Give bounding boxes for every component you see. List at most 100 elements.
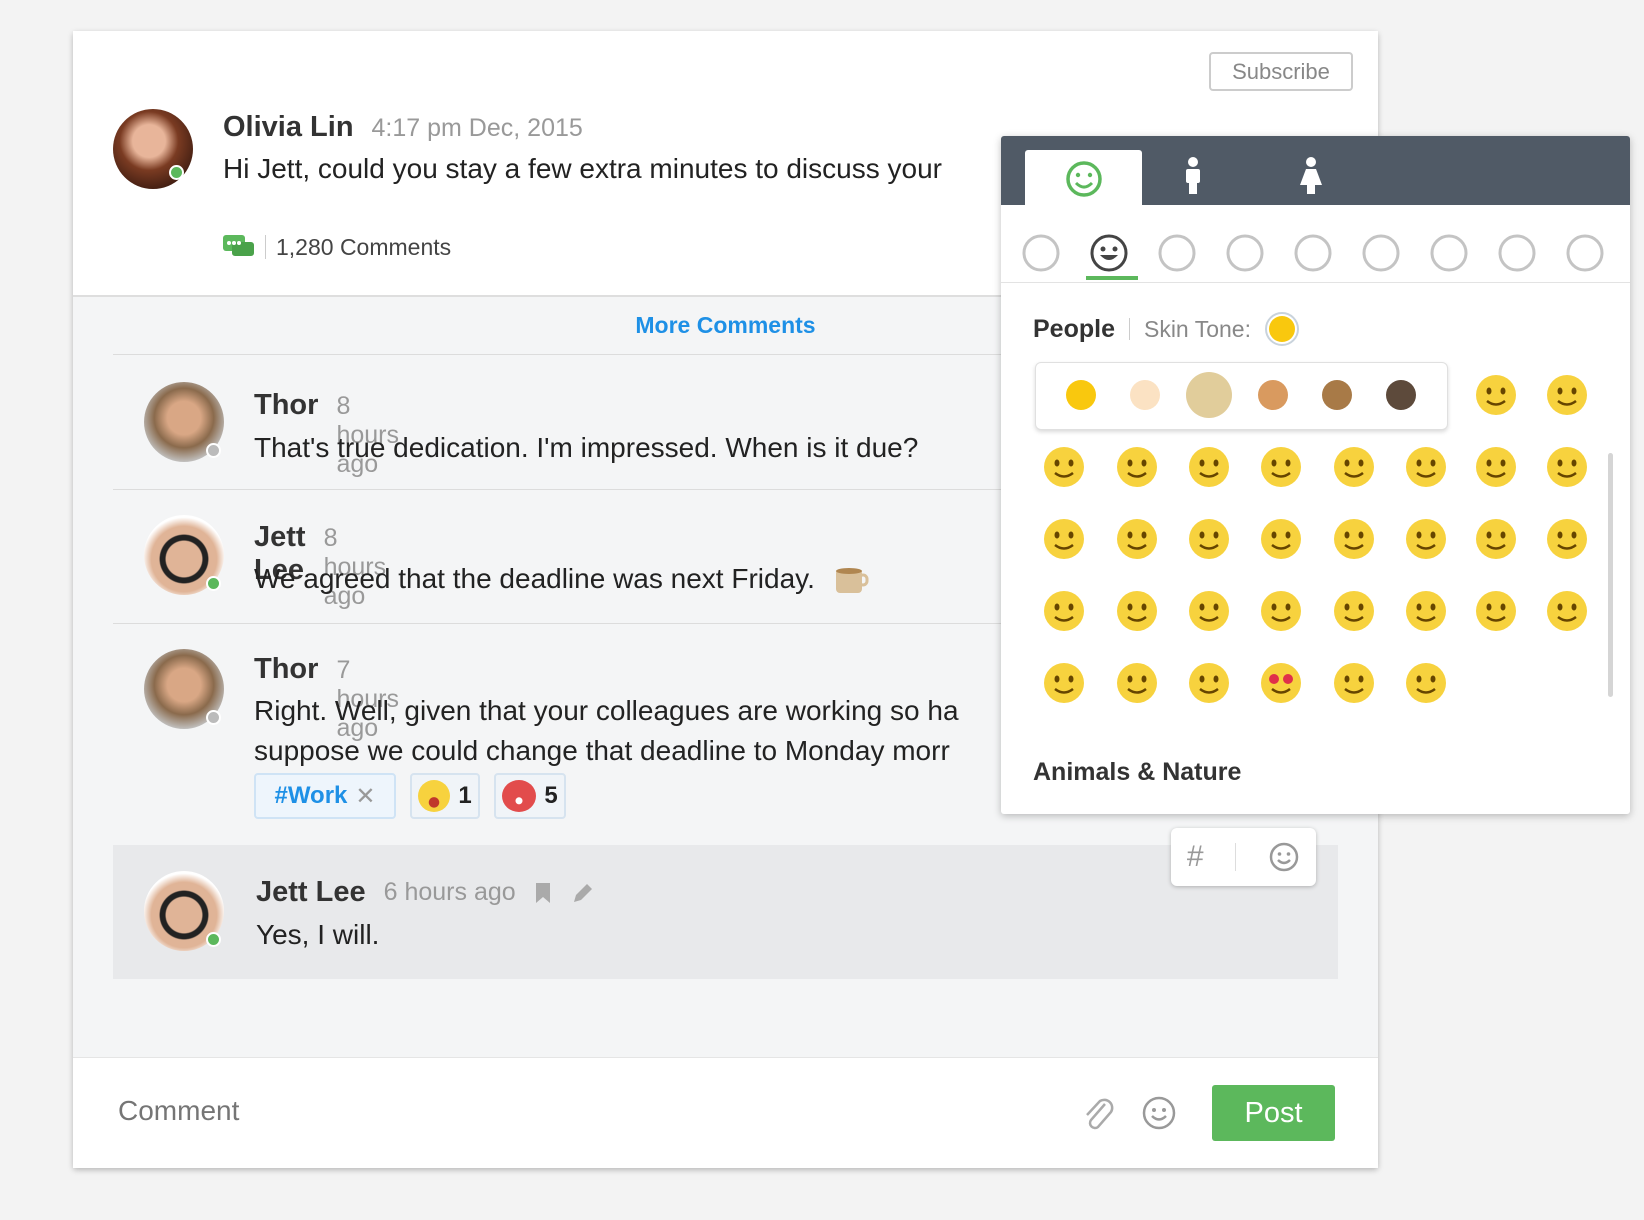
comment-text: Yes, I will. — [256, 919, 380, 950]
category-sports-icon[interactable] — [1291, 231, 1335, 275]
skin-tone-option[interactable] — [1386, 380, 1416, 410]
category-people-icon[interactable] — [1087, 231, 1131, 275]
emoji-zipper-mouth[interactable] — [1332, 661, 1376, 705]
emoji-no-mouth[interactable] — [1474, 589, 1518, 633]
comment-item-highlighted — [113, 845, 1338, 979]
emoji-grinning-squint[interactable] — [1042, 661, 1086, 705]
section-title: People — [1033, 314, 1115, 343]
devil-face-icon — [502, 780, 537, 812]
comment-text: Right. Well, given that your colleagues … — [254, 695, 959, 726]
post-author[interactable]: Olivia Lin — [223, 111, 354, 144]
tab-man-icon[interactable] — [1181, 156, 1205, 196]
emoji-upside-down[interactable] — [1042, 589, 1086, 633]
tab-smileys[interactable] — [1025, 150, 1142, 206]
hashtag-work[interactable]: #Work ✕ — [254, 773, 396, 819]
skin-tone-option[interactable] — [1186, 372, 1232, 418]
smiley-icon[interactable] — [1268, 841, 1300, 873]
divider — [265, 235, 266, 259]
reaction-devil[interactable]: 5 — [494, 773, 566, 819]
comment-author[interactable]: Thor — [254, 653, 318, 686]
subscribe-button[interactable]: Subscribe — [1209, 52, 1353, 91]
offline-status — [206, 443, 221, 458]
category-travel-icon[interactable] — [1359, 231, 1403, 275]
emoji-crying[interactable] — [1404, 517, 1448, 561]
emoji-dizzy-blush[interactable] — [1332, 517, 1376, 561]
emoji-grinning[interactable] — [1404, 661, 1448, 705]
post-button[interactable]: Post — [1212, 1085, 1335, 1141]
emoji-heart-eyes[interactable] — [1259, 661, 1303, 705]
tab-woman-icon[interactable] — [1298, 156, 1324, 196]
emoji-old-woman[interactable] — [1187, 661, 1231, 705]
pencil-icon[interactable] — [570, 880, 596, 906]
emoji-cold-sweat[interactable] — [1332, 445, 1376, 489]
category-objects-icon[interactable] — [1427, 231, 1471, 275]
comment-composer: Post — [73, 1057, 1378, 1168]
reaction-astonished[interactable]: 1 — [410, 773, 480, 819]
comment-input[interactable] — [118, 1086, 1018, 1136]
comment-author[interactable]: Thor — [254, 389, 318, 422]
category-recent-icon[interactable] — [1019, 231, 1063, 275]
hash-icon[interactable]: # — [1187, 840, 1204, 874]
astonished-face-icon — [418, 780, 451, 812]
emoji-expressionless[interactable] — [1042, 517, 1086, 561]
category-food-icon[interactable] — [1223, 231, 1267, 275]
emoji-triumph[interactable] — [1545, 589, 1589, 633]
emoji-blush[interactable] — [1474, 373, 1518, 417]
online-status — [206, 932, 221, 947]
emoji-sleeping[interactable] — [1404, 589, 1448, 633]
emoji-innocent[interactable] — [1545, 445, 1589, 489]
emoji-scream[interactable] — [1259, 589, 1303, 633]
emoji-tongue-wink[interactable] — [1259, 445, 1303, 489]
comments-icon[interactable] — [223, 233, 255, 261]
reaction-count: 1 — [458, 782, 472, 809]
skin-tone-option[interactable] — [1066, 380, 1096, 410]
category-symbols-icon[interactable] — [1495, 231, 1539, 275]
emoji-laughing[interactable] — [1474, 517, 1518, 561]
smiley-icon — [1066, 161, 1102, 197]
divider — [1235, 843, 1237, 871]
emoji-hugging[interactable] — [1545, 517, 1589, 561]
emoji-yum[interactable] — [1115, 589, 1159, 633]
reaction-count: 5 — [544, 782, 558, 809]
emoji-frowning[interactable] — [1332, 589, 1376, 633]
skin-tone-option[interactable] — [1258, 380, 1288, 410]
paperclip-icon[interactable] — [1081, 1094, 1115, 1132]
current-tone — [1268, 316, 1295, 342]
tag-label: #Work — [274, 782, 348, 809]
emoji-neutral[interactable] — [1404, 445, 1448, 489]
skin-tone-option[interactable] — [1130, 380, 1160, 410]
emoji-nerd[interactable] — [1187, 589, 1231, 633]
scrollbar[interactable] — [1608, 453, 1613, 697]
comment-text: We agreed that the deadline was next Fri… — [254, 563, 815, 594]
insert-popup: # — [1171, 828, 1316, 886]
emoji-kissing-closed-eyes[interactable] — [1115, 445, 1159, 489]
emoji-flushed[interactable] — [1474, 445, 1518, 489]
emoji-kissing-heart[interactable] — [1187, 445, 1231, 489]
bookmark-icon[interactable] — [534, 881, 552, 905]
next-section-title: Animals & Nature — [1033, 758, 1242, 786]
comment-author[interactable]: Jett Lee — [256, 876, 366, 909]
post-time: 4:17 pm Dec, 2015 — [371, 114, 583, 142]
comment-text: That's true dedication. I'm impressed. W… — [254, 432, 919, 463]
emoji-lying[interactable] — [1115, 661, 1159, 705]
category-animals-icon[interactable] — [1155, 231, 1199, 275]
emoji-thinking[interactable] — [1115, 517, 1159, 561]
emoji-grimacing[interactable] — [1187, 517, 1231, 561]
emoji-sunglasses[interactable] — [1259, 517, 1303, 561]
emoji-wink-tongue[interactable] — [1545, 373, 1589, 417]
online-status — [206, 576, 221, 591]
remove-tag-icon[interactable]: ✕ — [355, 782, 375, 811]
skin-tone-label: Skin Tone: — [1143, 315, 1251, 342]
skin-tone-option[interactable] — [1322, 380, 1352, 410]
comments-count[interactable]: 1,280 Comments — [276, 234, 451, 261]
coffee-icon — [835, 568, 869, 593]
emoji-picker-icon[interactable] — [1141, 1095, 1177, 1131]
category-flags-icon[interactable] — [1563, 231, 1607, 275]
emoji-picker-panel: People Skin Tone: Animals & Nature — [1001, 136, 1630, 814]
skin-tone-selector[interactable] — [1264, 312, 1299, 346]
offline-status — [206, 710, 221, 725]
online-status — [169, 165, 184, 180]
active-category-underline — [1086, 276, 1138, 280]
emoji-rolling-eyes[interactable] — [1042, 445, 1086, 489]
divider — [1001, 282, 1630, 283]
